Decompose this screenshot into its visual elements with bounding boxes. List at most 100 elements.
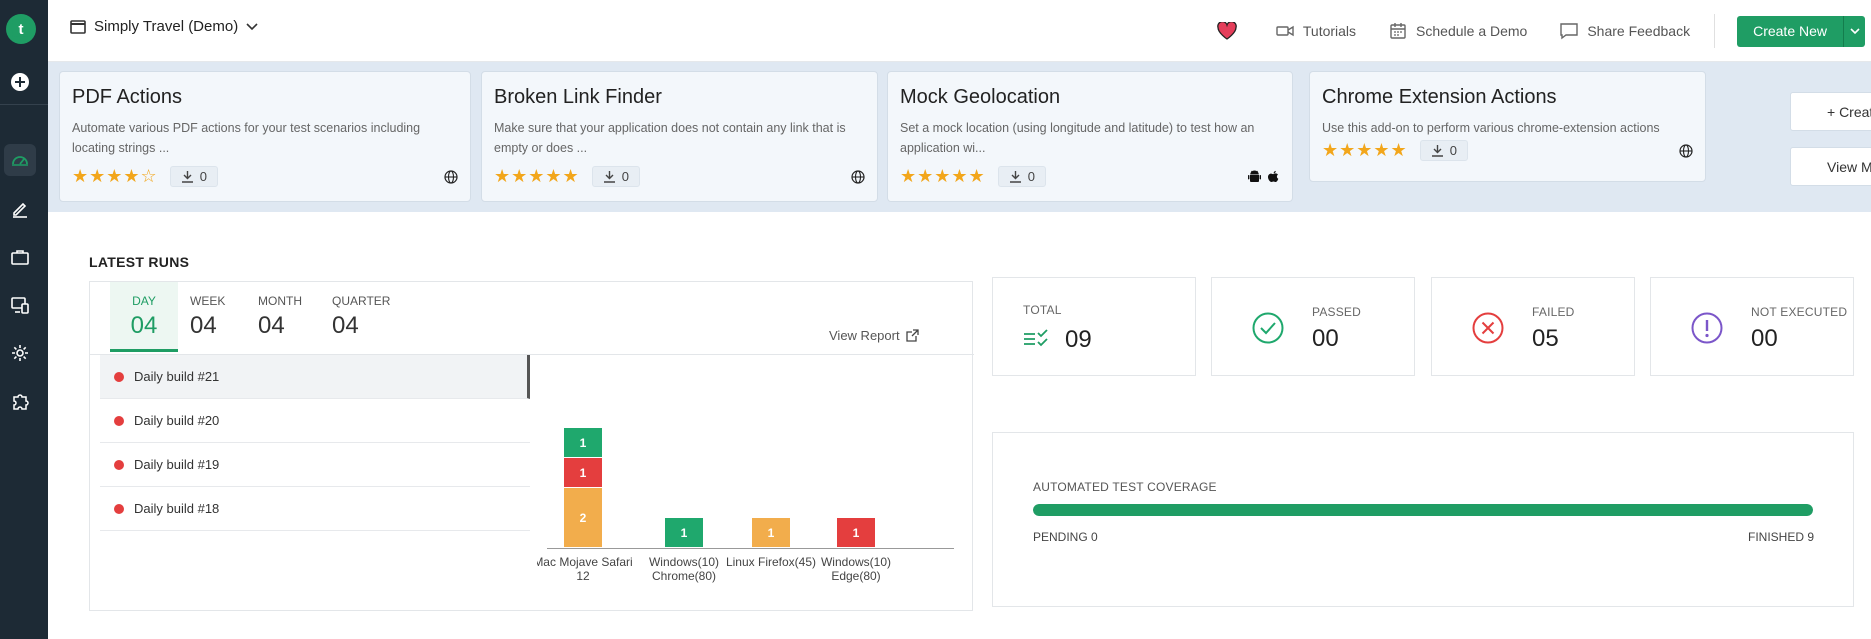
globe-icon [1679, 143, 1693, 158]
rating-stars: ★★★★★ [900, 166, 986, 186]
build-list: Daily build #21 Daily build #20 Daily bu… [100, 355, 530, 531]
exclamation-circle-icon [1691, 312, 1723, 344]
addon-title: PDF Actions [72, 86, 183, 108]
list-item-build[interactable]: Daily build #20 [100, 399, 530, 443]
chevron-down-icon [1849, 27, 1860, 34]
sidebar-item-addons[interactable] [4, 385, 36, 417]
briefcase-icon [11, 250, 29, 265]
addon-description: Use this add-on to perform various chrom… [1322, 121, 1660, 135]
rating-stars: ★★★★★ [1322, 140, 1408, 160]
download-icon [1009, 171, 1021, 183]
coverage-progress-bar [1033, 504, 1813, 516]
list-item-build[interactable]: Daily build #18 [100, 487, 530, 531]
bar-data-label: 2 [580, 511, 587, 525]
x-tick-label: Windows(10) [649, 555, 719, 569]
addon-description: Make sure that your application does not… [494, 121, 846, 155]
not-executed-stat-card: NOT EXECUTED 00 [1650, 277, 1854, 376]
testsigma-logo-icon[interactable]: t [5, 13, 37, 45]
apple-icon [1268, 170, 1279, 182]
addon-card-mock-geolocation[interactable]: Mock Geolocation Set a mock location (us… [887, 71, 1293, 202]
create-addon-button[interactable]: + Create Addon [1790, 92, 1871, 131]
project-selector[interactable]: Simply Travel (Demo) [70, 18, 258, 35]
plus-circle-icon [11, 73, 29, 91]
heart-icon[interactable] [1217, 22, 1237, 40]
sidebar-item-test-plans[interactable] [4, 241, 36, 273]
addon-description: Automate various PDF actions for your te… [72, 121, 421, 155]
video-camera-icon [1276, 25, 1294, 37]
x-tick-label: Windows(10) [821, 555, 891, 569]
download-count: 0 [997, 166, 1046, 187]
bar-data-label: 1 [768, 526, 775, 540]
bar-data-label: 1 [853, 526, 860, 540]
sidebar-item-settings[interactable] [4, 337, 36, 369]
external-link-icon [905, 329, 919, 342]
sidebar-item-devices[interactable] [4, 289, 36, 321]
tab-day[interactable]: DAY 04 [110, 282, 178, 352]
latest-runs-card: DAY 04 WEEK 04 MONTH 04 QUARTER 04 View … [89, 281, 974, 611]
addon-title: Mock Geolocation [900, 86, 1061, 108]
list-item-build[interactable]: Daily build #21 [100, 355, 530, 399]
x-tick-label: Mac Mojave Safari [537, 555, 633, 569]
addon-title: Chrome Extension Actions [1322, 86, 1557, 108]
create-new-button[interactable]: Create New [1737, 15, 1871, 47]
download-icon [181, 171, 193, 183]
addon-card-broken-link-finder[interactable]: Broken Link Finder Make sure that your a… [481, 71, 878, 202]
coverage-progress-fill [1033, 504, 1813, 516]
total-stat-card: TOTAL 09 [992, 277, 1196, 376]
pencil-icon [13, 202, 27, 218]
share-feedback-link[interactable]: Share Feedback [1559, 21, 1690, 41]
create-new-dropdown[interactable] [1843, 15, 1865, 47]
x-tick-label: Edge(80) [831, 569, 880, 583]
chevron-down-icon [246, 22, 258, 30]
gear-icon [12, 345, 28, 361]
list-item-build[interactable]: Daily build #19 [100, 443, 530, 487]
period-tabs: DAY 04 WEEK 04 MONTH 04 QUARTER 04 [110, 282, 400, 352]
sidebar-item-dashboard[interactable] [4, 144, 36, 176]
x-tick-label: Chrome(80) [652, 569, 716, 583]
run-results-chart: 211Mac Mojave Safari121Windows(10)Chrome… [537, 428, 954, 583]
tutorials-link[interactable]: Tutorials [1275, 21, 1356, 41]
x-tick-label: 12 [576, 569, 590, 583]
download-icon [1431, 145, 1443, 157]
dashboard-gauge-icon [12, 156, 28, 166]
download-count: 0 [591, 166, 640, 187]
globe-icon [444, 169, 458, 184]
automated-coverage-card: AUTOMATED TEST COVERAGE PENDING 0 FINISH… [992, 432, 1854, 607]
tab-week[interactable]: WEEK 04 [178, 282, 246, 352]
addon-card-pdf-actions[interactable]: PDF Actions Automate various PDF actions… [59, 71, 471, 202]
tab-month[interactable]: MONTH 04 [246, 282, 320, 352]
x-tick-label: Linux Firefox(45) [726, 555, 816, 569]
monitor-devices-icon [11, 297, 29, 314]
view-more-button[interactable]: View More... [1790, 147, 1871, 186]
passed-stat-card: PASSED 00 [1211, 277, 1415, 376]
header-divider [1714, 14, 1716, 48]
latest-runs-title: LATEST RUNS [89, 254, 190, 270]
sidebar: t [0, 0, 48, 639]
tab-quarter[interactable]: QUARTER 04 [320, 282, 400, 352]
globe-icon [851, 169, 865, 184]
download-count: 0 [1419, 140, 1468, 161]
chat-bubble-icon [1560, 23, 1579, 40]
failed-status-dot [114, 503, 124, 514]
android-icon [1248, 170, 1261, 182]
calendar-icon [1390, 23, 1406, 39]
sidebar-add-button[interactable] [4, 66, 36, 98]
puzzle-piece-icon [13, 394, 29, 410]
schedule-demo-link[interactable]: Schedule a Demo [1388, 21, 1527, 41]
addon-strip: PDF Actions Automate various PDF actions… [48, 62, 1871, 212]
project-name: Simply Travel (Demo) [94, 18, 239, 35]
failed-status-dot [114, 459, 124, 470]
bar-data-label: 1 [580, 436, 587, 450]
sidebar-divider [0, 104, 48, 105]
addon-title: Broken Link Finder [494, 86, 662, 108]
rating-stars: ★★★★☆ [72, 166, 158, 186]
addon-card-chrome-extension-actions[interactable]: Chrome Extension Actions Use this add-on… [1309, 71, 1706, 182]
view-report-link[interactable]: View Report [829, 328, 919, 343]
window-icon [70, 19, 86, 34]
rating-stars: ★★★★★ [494, 166, 580, 186]
sidebar-item-test-development[interactable] [4, 193, 36, 225]
create-new-label[interactable]: Create New [1737, 15, 1843, 47]
svg-text:t: t [19, 21, 24, 38]
failed-stat-card: FAILED 05 [1431, 277, 1635, 376]
failed-status-dot [114, 371, 124, 382]
